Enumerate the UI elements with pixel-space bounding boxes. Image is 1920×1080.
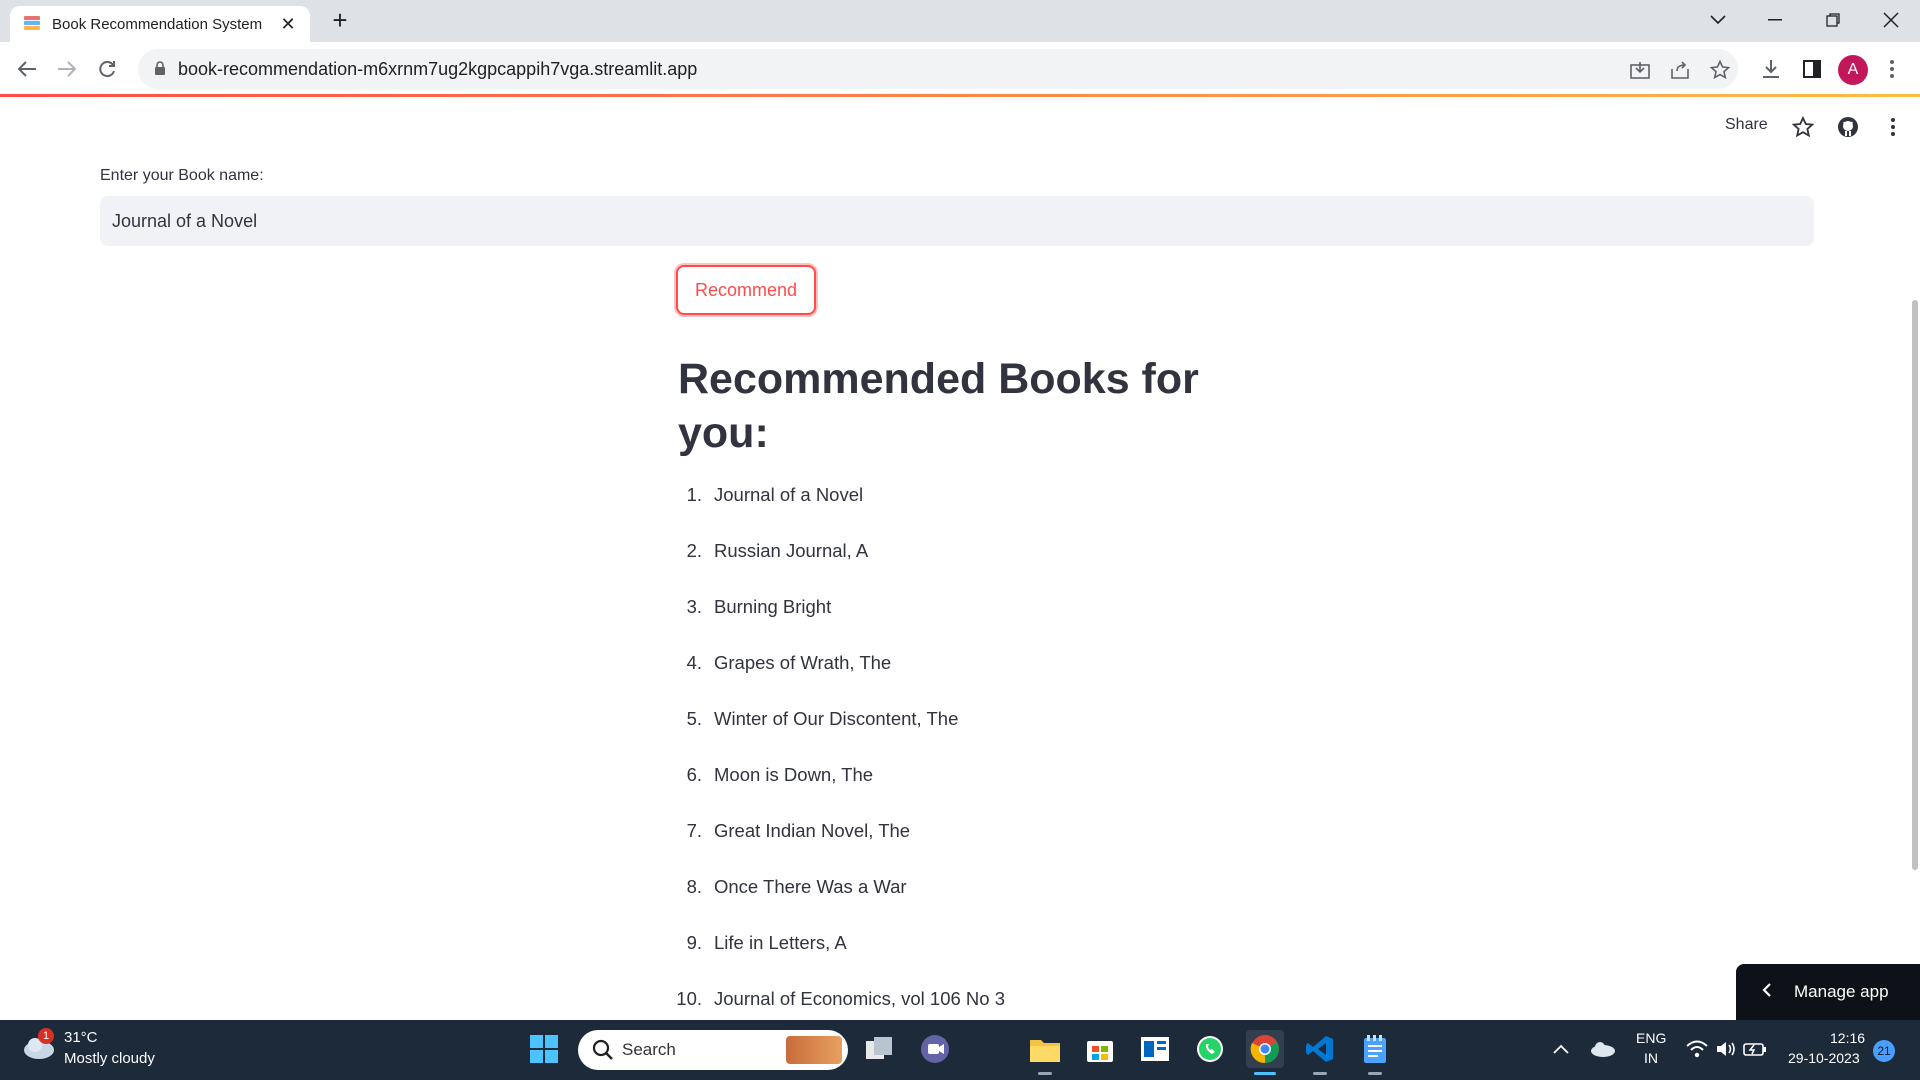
chrome-icon[interactable] [1246, 1030, 1284, 1068]
bookmark-star-icon[interactable] [1707, 57, 1733, 83]
news-app-icon[interactable] [1136, 1030, 1174, 1068]
recommended-books-list: 1. Journal of a Novel 2. Russian Journal, … [672, 484, 1005, 1044]
whatsapp-icon[interactable] [1191, 1030, 1229, 1068]
search-icon [592, 1039, 614, 1066]
recommend-button[interactable]: Recommend [676, 265, 816, 315]
list-item: 2. Russian Journal, A [672, 540, 1005, 596]
book-title: Great Indian Novel, The [714, 820, 911, 841]
tab-search-chevron-icon[interactable] [1693, 0, 1743, 40]
share-button[interactable]: Share [1725, 116, 1768, 134]
url-text[interactable]: book-recommendation-m6xrnm7ug2kgpcappih7… [178, 59, 697, 80]
address-bar[interactable]: book-recommendation-m6xrnm7ug2kgpcappih7… [138, 49, 1738, 89]
browser-toolbar: book-recommendation-m6xrnm7ug2kgpcappih7… [0, 42, 1920, 96]
lock-icon[interactable] [154, 61, 166, 81]
book-title: Moon is Down, The [714, 764, 874, 785]
book-name-input[interactable] [100, 196, 1814, 246]
clock-time[interactable]: 12:16 [1830, 1030, 1865, 1046]
list-item-number: 6. [686, 764, 702, 785]
book-title: Life in Letters, A [714, 932, 847, 953]
tab-title: Book Recommendation System [52, 15, 263, 33]
weather-condition[interactable]: Mostly cloudy [64, 1050, 155, 1067]
book-title: Journal of a Novel [714, 484, 864, 505]
share-page-icon[interactable] [1667, 57, 1693, 83]
list-item: 6. Moon is Down, The [672, 764, 1005, 820]
weather-alert-badge: 1 [38, 1028, 54, 1044]
browser-tab-strip: Book Recommendation System ✕ + [0, 0, 1920, 42]
reload-icon[interactable] [90, 52, 124, 86]
task-view-icon[interactable] [861, 1030, 899, 1068]
profile-avatar[interactable]: A [1838, 55, 1868, 85]
github-icon[interactable] [1835, 114, 1861, 140]
book-name-label: Enter your Book name: [100, 167, 264, 184]
list-item: 9. Life in Letters, A [672, 932, 1005, 988]
search-placeholder: Search [622, 1040, 676, 1059]
list-item-number: 8. [686, 876, 702, 897]
favorite-star-icon[interactable] [1790, 114, 1816, 140]
forward-icon[interactable] [50, 52, 84, 86]
list-item: 1. Journal of a Novel [672, 484, 1005, 540]
side-panel-icon[interactable] [1796, 53, 1828, 85]
search-highlight-image [786, 1036, 842, 1064]
language-indicator[interactable]: ENG [1636, 1030, 1666, 1046]
file-explorer-running-indicator [1038, 1072, 1052, 1075]
restore-icon[interactable] [1808, 0, 1858, 40]
windows-start-icon[interactable] [525, 1030, 563, 1068]
list-item-number: 7. [686, 820, 702, 841]
onedrive-icon[interactable] [1584, 1030, 1622, 1068]
list-item: 5. Winter of Our Discontent, The [672, 708, 1005, 764]
minimize-icon[interactable] [1750, 0, 1800, 40]
list-item-number: 2. [686, 540, 702, 561]
tab-close-icon[interactable]: ✕ [278, 14, 298, 35]
page-scrollbar[interactable] [1912, 300, 1918, 870]
book-title: Once There Was a War [714, 876, 907, 897]
downloads-icon[interactable] [1755, 53, 1787, 85]
notepad-running-indicator [1368, 1072, 1382, 1075]
list-item-number: 5. [686, 708, 702, 729]
taskbar-search[interactable]: Search [578, 1030, 848, 1070]
vscode-running-indicator [1313, 1072, 1327, 1075]
list-item-number: 3. [686, 596, 702, 617]
vscode-icon[interactable] [1301, 1030, 1339, 1068]
list-item: 8. Once There Was a War [672, 876, 1005, 932]
list-item: 7. Great Indian Novel, The [672, 820, 1005, 876]
close-window-icon[interactable] [1866, 0, 1916, 40]
region-indicator[interactable]: IN [1644, 1050, 1658, 1066]
list-item: 3. Burning Bright [672, 596, 1005, 652]
list-item-number: 9. [686, 932, 702, 953]
browser-menu-icon[interactable] [1876, 53, 1908, 85]
notification-count-badge[interactable]: 21 [1873, 1040, 1895, 1062]
manage-app-label: Manage app [1794, 982, 1889, 1001]
teams-meet-icon[interactable] [916, 1030, 954, 1068]
notepad-icon[interactable] [1356, 1030, 1394, 1068]
weather-temperature[interactable]: 31°C [64, 1029, 98, 1046]
streamlit-decoration-bar [0, 94, 1920, 97]
clock-date[interactable]: 29-10-2023 [1788, 1050, 1860, 1066]
file-explorer-icon[interactable] [1026, 1030, 1064, 1068]
new-tab-button[interactable]: + [325, 6, 355, 36]
list-item: 4. Grapes of Wrath, The [672, 652, 1005, 708]
list-item-number: 4. [686, 652, 702, 673]
app-menu-icon[interactable] [1880, 114, 1906, 140]
book-title: Grapes of Wrath, The [714, 652, 892, 673]
chevron-left-icon [1762, 981, 1772, 1004]
streamlit-favicon-icon [22, 14, 42, 34]
book-title: Winter of Our Discontent, The [714, 708, 959, 729]
book-title: Russian Journal, A [714, 540, 869, 561]
windows-taskbar: 1 31°C Mostly cloudy Search ENG IN 12:16… [0, 1020, 1920, 1080]
install-app-icon[interactable] [1627, 57, 1653, 83]
battery-charging-icon[interactable] [1736, 1030, 1774, 1068]
microsoft-store-icon[interactable] [1081, 1030, 1119, 1068]
book-title: Burning Bright [714, 596, 832, 617]
show-hidden-icons-chevron-icon[interactable] [1542, 1030, 1580, 1068]
back-icon[interactable] [10, 52, 44, 86]
browser-tab[interactable]: Book Recommendation System ✕ [10, 6, 310, 42]
list-item-number: 1. [686, 484, 702, 505]
chrome-active-indicator [1254, 1072, 1276, 1075]
results-heading: Recommended Books for you: [678, 355, 1199, 457]
manage-app-button[interactable]: Manage app [1736, 964, 1920, 1020]
